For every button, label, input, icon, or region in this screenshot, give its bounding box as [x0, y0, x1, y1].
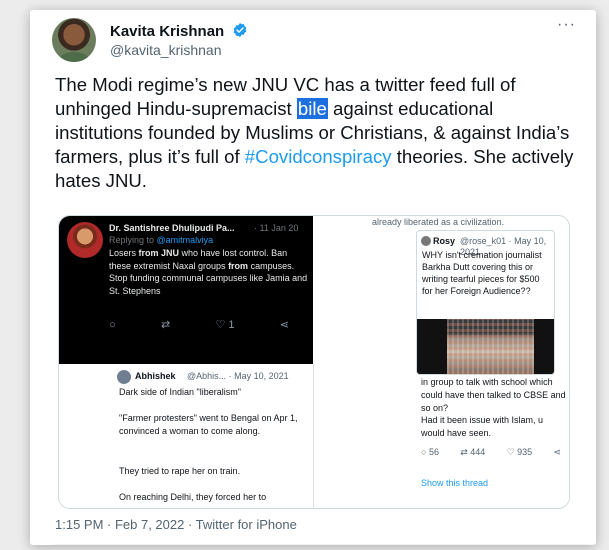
- author-name[interactable]: Kavita Krishnan: [110, 22, 248, 40]
- reply-icon: ○: [109, 319, 116, 331]
- quoted-tweet: Rosy @rose_k01 · May 10, 2021 WHY isn't …: [416, 230, 555, 375]
- screenshot-meta: @Abhis... · May 10, 2021: [187, 371, 289, 381]
- divider: [55, 544, 596, 545]
- body-bold: from: [138, 248, 159, 258]
- screenshot-actions: ○ 56 ⇄ 444 ♡ 935 ⋖: [421, 447, 561, 458]
- quoted-body: WHY isn't cremation journalist Barkha Du…: [422, 250, 542, 296]
- screenshot-actions: ○ ⇄ ♡ 1 ⋖: [109, 320, 289, 331]
- replying-handle: @amitmalviya: [156, 235, 214, 245]
- like-count: ♡ 935: [506, 447, 533, 457]
- hashtag-link[interactable]: #Covidconspiracy: [245, 146, 392, 167]
- body-bold: from: [228, 260, 249, 271]
- show-thread-link: Show this thread: [421, 478, 489, 488]
- media-grid[interactable]: Dr. Santishree Dhulipudi Pa... · 11 Jan …: [58, 215, 570, 509]
- more-options-icon[interactable]: ···: [557, 16, 576, 34]
- media-image-abhishek-tweet[interactable]: Abhishek @Abhis... · May 10, 2021 Dark s…: [59, 364, 314, 508]
- author-name-text[interactable]: Kavita Krishnan: [110, 23, 224, 40]
- verified-badge-icon: [234, 23, 247, 37]
- body-bold: JNU: [158, 248, 180, 258]
- screenshot-line: in group to talk with school which could…: [421, 377, 566, 413]
- like-count-value: 935: [517, 447, 533, 457]
- tweet-text: The Modi regime’s new JNU VC has a twitt…: [55, 73, 585, 193]
- avatar[interactable]: [52, 18, 96, 62]
- screenshot-line: "Farmer protesters" went to Bengal on Ap…: [119, 413, 298, 436]
- retweet-count: ⇄ 444: [460, 447, 486, 457]
- share-icon: ⋖: [553, 447, 561, 457]
- screenshot-avatar: [117, 370, 131, 384]
- screenshot-name: Abhishek: [135, 371, 176, 381]
- tweet-card: Kavita Krishnan @kavita_krishnan ··· The…: [30, 10, 596, 545]
- author-handle[interactable]: @kavita_krishnan: [110, 42, 222, 58]
- media-image-dark-tweet[interactable]: Dr. Santishree Dhulipudi Pa... · 11 Jan …: [59, 216, 313, 364]
- reply-count-value: 56: [428, 447, 439, 457]
- screenshot-avatar: [67, 222, 103, 258]
- retweet-count-value: 444: [470, 447, 486, 457]
- screenshot-replying: Replying to @amitmalviya: [109, 235, 213, 246]
- screenshot-line: Dark side of Indian "liberalism": [119, 387, 241, 397]
- screenshot-line: They tried to rape her on train.: [119, 466, 241, 476]
- screenshot-date: · 11 Jan 20: [254, 223, 299, 233]
- share-icon: ⋖: [279, 319, 289, 331]
- retweet-icon: ⇄: [160, 319, 171, 331]
- like-count: ♡ 1: [215, 319, 235, 331]
- media-image-rosy-tweet[interactable]: already liberated as a civilization. Ros…: [314, 216, 569, 508]
- crowd-photo: [417, 319, 554, 374]
- tweet-timestamp[interactable]: 1:15 PM · Feb 7, 2022 · Twitter for iPho…: [55, 517, 297, 532]
- screenshot-body: Losers from JNU who have lost control. B…: [109, 247, 309, 297]
- screenshot-line: Had it been issue with Islam, u would ha…: [421, 415, 544, 438]
- replying-label: Replying to: [109, 235, 157, 245]
- quoted-avatar: [421, 236, 431, 246]
- body-part: Losers: [109, 248, 139, 258]
- screenshot-name: Dr. Santishree Dhulipudi Pa...: [109, 223, 235, 233]
- screenshot-line: On reaching Delhi, they forced her to: [119, 492, 267, 502]
- reply-count: ○ 56: [421, 447, 439, 457]
- screenshot-top-text: already liberated as a civilization.: [372, 217, 505, 227]
- quoted-name: Rosy: [433, 236, 456, 246]
- selected-text: bile: [296, 98, 328, 119]
